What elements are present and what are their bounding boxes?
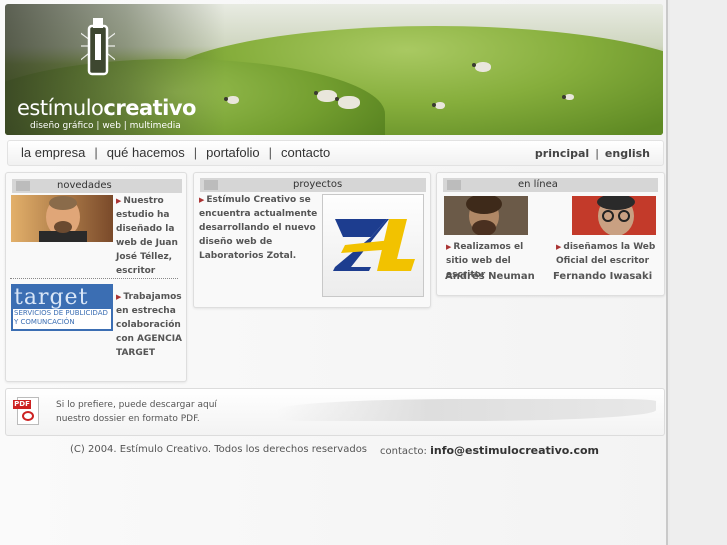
bullet-arrow-icon: ▶ — [556, 243, 562, 251]
panel-title: proyectos — [293, 179, 343, 190]
divider — [10, 278, 178, 279]
nav-principal[interactable]: principal — [535, 147, 589, 160]
header-banner: estímulocreativo diseño gráfico | web | … — [5, 4, 663, 135]
sheep-image — [224, 96, 239, 104]
person-1-name[interactable]: Andrés Neuman — [445, 271, 535, 282]
right-margin — [670, 0, 727, 545]
header-square — [204, 180, 218, 190]
nav-la-empresa[interactable]: la empresa — [21, 145, 85, 160]
nav-language: principal | english — [535, 147, 650, 160]
bullet-arrow-icon: ▶ — [446, 243, 452, 251]
nav-separator: | — [94, 145, 98, 160]
main-nav: la empresa | qué hacemos | portafolio | contac… — [7, 140, 664, 166]
zotal-mark-icon — [333, 219, 415, 271]
pdf-label: PDF — [13, 400, 31, 409]
nav-separator: | — [193, 145, 198, 160]
person-2-text[interactable]: ▶ diseñamos la Web Oficial del escritor — [556, 240, 660, 268]
sheep-image — [472, 62, 491, 72]
news-item-1[interactable]: ▶ Nuestro estudio ha diseñado la web de J… — [116, 194, 182, 278]
panel-title: en línea — [518, 179, 558, 190]
nav-primary: la empresa | qué hacemos | portafolio | contac… — [21, 145, 330, 160]
brand-name: estímulocreativo — [17, 96, 196, 120]
target-caption: SERVICIOS DE PUBLICIDAD Y COMUNCACIÓN — [13, 309, 111, 329]
nav-portafolio[interactable]: portafolio — [206, 145, 259, 160]
zotal-logo[interactable] — [322, 194, 424, 297]
pdf-download-link[interactable]: Si lo prefiere, puede descargar aquí nue… — [56, 398, 217, 426]
writer-photo[interactable] — [11, 195, 113, 242]
acrobat-swirl — [22, 411, 34, 421]
bullet-arrow-icon: ▶ — [199, 196, 205, 204]
pdf-download-bar: PDF Si lo prefiere, puede descargar aquí… — [5, 388, 665, 436]
decorative-swoosh — [276, 399, 656, 421]
person-2-name[interactable]: Fernando Iwasaki — [553, 271, 652, 282]
header-square — [447, 180, 461, 190]
target-logo-text: target — [14, 285, 89, 310]
sheep-image — [562, 94, 574, 100]
news-item-2[interactable]: ▶ Trabajamos en estrecha colaboración con… — [116, 290, 182, 360]
fernando-iwasaki-photo[interactable] — [572, 196, 656, 235]
andres-neuman-photo[interactable] — [444, 196, 528, 235]
sheep-image — [432, 102, 445, 109]
bullet-arrow-icon: ▶ — [116, 293, 122, 301]
nav-english[interactable]: english — [605, 147, 650, 160]
panel-header: proyectos — [200, 178, 426, 192]
nav-separator: | — [595, 147, 599, 160]
panel-title: novedades — [57, 180, 112, 191]
bullet-arrow-icon: ▶ — [116, 197, 122, 205]
brand-tagline: diseño gráfico | web | multimedia — [30, 121, 181, 131]
panel-header: novedades — [12, 179, 182, 193]
project-item[interactable]: ▶ Estímulo Creativo se encuentra actualme… — [199, 193, 319, 263]
nav-separator: | — [268, 145, 273, 160]
sheep-image — [335, 96, 360, 109]
pdf-file-icon[interactable]: PDF — [13, 397, 43, 427]
nav-contacto[interactable]: contacto — [281, 145, 330, 160]
header-square — [16, 181, 30, 191]
sheep-image — [314, 90, 337, 102]
target-logo[interactable]: target SERVICIOS DE PUBLICIDAD Y COMUNCAC… — [11, 284, 113, 331]
copyright-text: (C) 2004. Estímulo Creativo. Todos los d… — [70, 444, 368, 455]
contact-info: contacto: info@estimulocreativo.com — [380, 444, 600, 457]
contact-email-link[interactable]: info@estimulocreativo.com — [430, 444, 599, 457]
panel-header: en línea — [443, 178, 658, 192]
nav-que-hacemos[interactable]: qué hacemos — [107, 145, 185, 160]
lightbulb-logo-icon — [81, 18, 115, 76]
